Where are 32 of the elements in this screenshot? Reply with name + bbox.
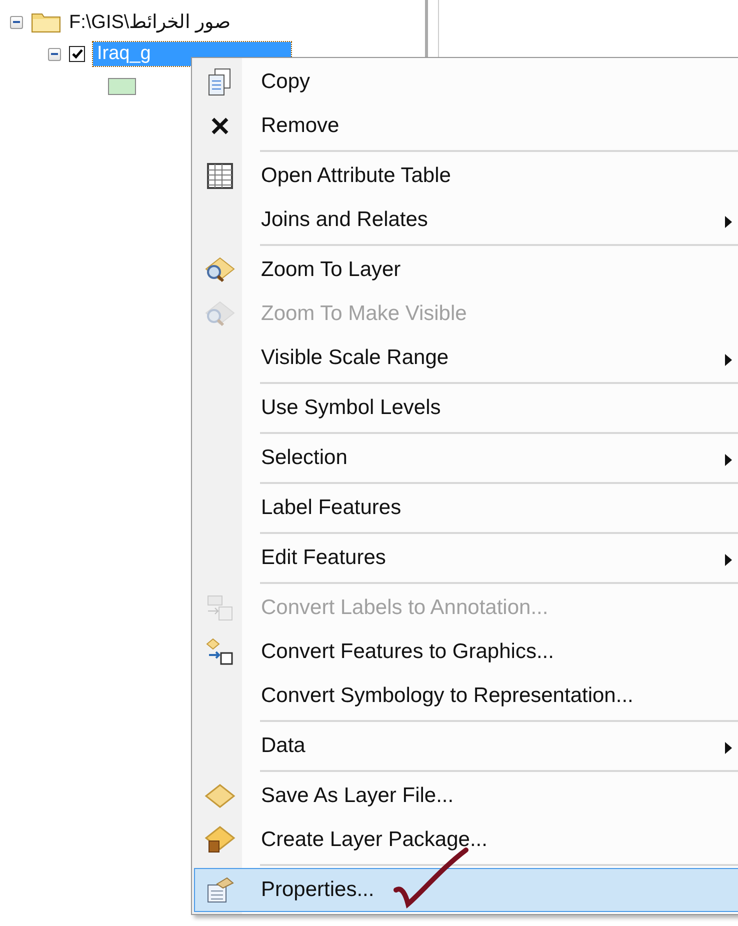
menu-item[interactable]: Convert Features to Graphics... <box>194 630 738 674</box>
menu-item[interactable]: Convert Symbology to Representation... <box>194 674 738 718</box>
menu-item[interactable]: Properties... <box>194 868 738 912</box>
menu-item[interactable]: Open Attribute Table <box>194 154 738 198</box>
menu-item[interactable]: Joins and Relates <box>194 198 738 242</box>
layer-package-icon <box>204 825 236 855</box>
menu-item[interactable]: Zoom To Layer <box>194 248 738 292</box>
menu-item[interactable]: Data <box>194 724 738 768</box>
magnifier-icon <box>204 300 236 328</box>
layer-checkbox[interactable] <box>69 46 85 62</box>
menu-item[interactable]: Selection <box>194 436 738 480</box>
magnifier-icon <box>204 256 236 284</box>
table-icon <box>206 162 234 190</box>
properties-icon <box>205 876 235 904</box>
close-icon <box>211 117 229 135</box>
menu-item[interactable]: Create Layer Package... <box>194 818 738 862</box>
minus-icon <box>51 53 58 55</box>
layer-symbol-swatch[interactable] <box>108 78 136 94</box>
minus-icon <box>13 21 20 23</box>
collapse-toggle[interactable] <box>10 16 23 28</box>
features-to-graphics-icon <box>205 637 235 667</box>
menu-item[interactable]: Label Features <box>194 486 738 530</box>
data-frame-label[interactable]: F:\GIS\صور الخرائط <box>69 10 230 34</box>
diamond-icon <box>204 783 236 809</box>
menu-item[interactable]: Edit Features <box>194 536 738 580</box>
menu-item[interactable]: Remove <box>194 104 738 148</box>
label-convert-icon <box>205 593 235 623</box>
menu-item[interactable]: Use Symbol Levels <box>194 386 738 430</box>
menu-item[interactable]: Visible Scale Range <box>194 336 738 380</box>
folder-icon <box>31 11 61 33</box>
menu-item[interactable]: Save As Layer File... <box>194 774 738 818</box>
collapse-toggle[interactable] <box>48 48 61 60</box>
